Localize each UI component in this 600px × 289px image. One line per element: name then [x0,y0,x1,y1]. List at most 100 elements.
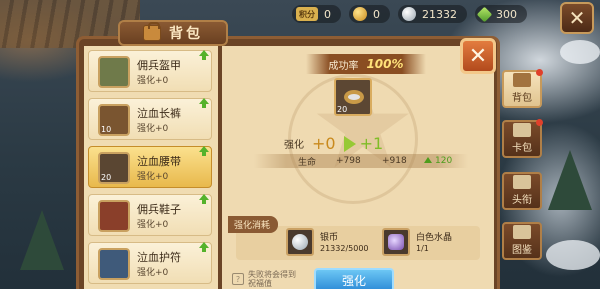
fail-note-line-1: 失败将会得到 [248,270,296,279]
inventory-item[interactable]: 泣血护符 强化+0 [88,242,212,284]
menu-toggle-button[interactable]: ✕ [560,2,594,34]
tab-codex[interactable]: 图鉴 [502,222,542,260]
stat-row: 生命 +798 +918 120 [254,154,468,168]
pants-icon: 10 [98,104,130,136]
inventory-list: 佣兵盔甲 强化+0 10 泣血长裤 强化+0 20 泣血腰带 强化+0 佣兵鞋子… [84,46,218,289]
silver-coin-slot[interactable] [286,228,314,256]
cards-icon [513,123,531,137]
window-title-tab: 背包 [118,20,228,46]
gem-value: 300 [496,7,517,21]
tab-cards[interactable]: 卡包 [502,119,543,158]
fail-note-line-2: 祝福值 [248,279,272,288]
tab-titles[interactable]: 头衔 [502,172,542,210]
stat-gain-value: 120 [435,156,453,166]
selected-equipment-slot[interactable]: 20 [334,78,372,116]
inventory-item[interactable]: 佣兵盔甲 强化+0 [88,50,212,92]
item-badge: 10 [101,125,112,134]
stat-gain: 120 [424,156,452,166]
up-arrow-icon [424,157,432,163]
item-level: 强化+0 [137,220,169,230]
enhance-button[interactable]: 强化 [314,268,394,289]
upgrade-arrow-icon [199,50,209,60]
silver-counter: 21332 [398,5,467,23]
cost-silver-name: 银币 [320,233,339,243]
scene-tree [20,210,64,270]
item-name: 泣血腰带 [137,155,181,168]
crystal-slot[interactable] [382,228,410,256]
gold-coin-icon [353,7,367,21]
belt-icon: 20 [98,152,130,184]
item-name: 泣血长裤 [137,107,181,120]
fail-note-text: 失败将会得到 祝福值 [248,270,296,288]
tab-bag[interactable]: 背包 [502,69,543,108]
armor-icon [98,56,130,88]
item-level: 强化+0 [137,172,169,182]
cost-title: 强化消耗 [228,216,279,233]
next-enhance-level: +1 [359,134,384,153]
crystal-icon [388,234,404,250]
bag-icon [513,73,531,87]
stat-name: 生命 [298,157,317,168]
item-level: 强化+0 [137,124,169,134]
stat-next: +918 [382,156,407,166]
item-name: 佣兵盔甲 [137,59,181,72]
item-name: 佣兵鞋子 [137,203,181,216]
scroll-icon [513,175,531,189]
upgrade-arrow-icon [199,98,209,108]
points-icon: 积分 [296,7,318,21]
item-level: 强化+0 [137,76,169,86]
close-icon: ✕ [468,43,488,69]
silver-coin-icon [402,7,416,21]
tab-label: 头衔 [512,195,532,206]
scene-snow [546,240,600,270]
inventory-item[interactable]: 10 泣血长裤 强化+0 [88,98,212,140]
scene-tree [548,150,592,210]
belt-icon [344,90,364,104]
gem-icon [476,6,493,22]
close-button[interactable]: ✕ [460,38,496,74]
star-book-icon [513,225,531,239]
silver-value: 21332 [422,7,457,21]
inventory-item[interactable]: 佣兵鞋子 强化+0 [88,194,212,236]
cross-icon: ✕ [568,6,586,30]
boots-icon [98,200,130,232]
resource-bar: 积分 0 0 21332 300 [292,4,535,24]
gold-counter: 0 [349,5,390,23]
upgrade-arrow-icon [199,194,209,204]
cost-crystal-name: 白色水晶 [416,233,453,243]
cost-silver-amount: 21332/5000 [320,244,369,253]
equipment-level: 20 [337,105,348,114]
tab-label: 卡包 [512,143,532,154]
window-title: 背包 [169,26,203,42]
stat-current: +798 [336,156,361,166]
current-enhance-level: +0 [312,134,336,153]
tab-label: 背包 [512,93,532,104]
inventory-item-selected[interactable]: 20 泣血腰带 强化+0 [88,146,212,188]
amulet-icon [98,248,130,280]
upgrade-arrow-icon [199,146,209,156]
fail-note: ? 失败将会得到 祝福值 [232,270,296,288]
arrow-right-icon [343,135,356,152]
enhance-level-row: 强化 +0 +1 [284,134,383,153]
gold-value: 0 [373,7,380,21]
cost-crystal-amount: 1/1 [416,244,429,253]
gem-counter: 300 [475,5,527,23]
success-rate-banner: 成功率 100% [306,54,426,74]
item-level: 强化+0 [137,268,169,278]
tab-label: 图鉴 [512,245,532,256]
points-counter: 积分 0 [292,5,341,23]
success-rate-label: 成功率 [328,60,359,72]
scene-snow [560,40,600,64]
enhance-label: 强化 [284,140,304,151]
item-name: 泣血护符 [137,251,181,264]
notification-dot [536,119,543,126]
upgrade-arrow-icon [199,242,209,252]
help-icon[interactable]: ? [232,273,244,285]
bag-icon [143,22,161,41]
item-badge: 20 [101,173,112,182]
notification-dot [536,69,543,76]
enhance-panel: 成功率 100% 20 强化 +0 +1 生命 +798 +918 120 银币… [222,46,494,289]
success-rate-value: 100% [366,57,404,71]
silver-coin-icon [292,234,308,250]
points-value: 0 [324,7,331,21]
